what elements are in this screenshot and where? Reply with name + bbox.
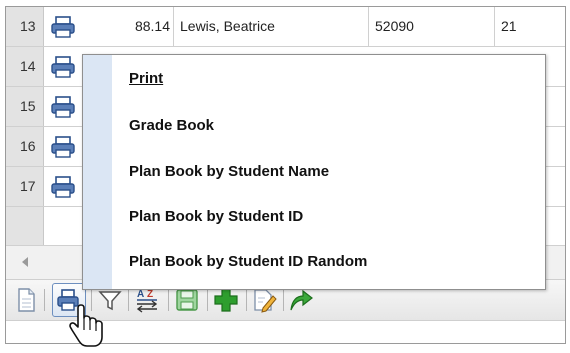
row-number: 16 bbox=[6, 127, 44, 166]
new-page-icon[interactable] bbox=[13, 287, 39, 313]
score-cell: 88.14 bbox=[134, 18, 170, 34]
table-row[interactable]: 13 88.14 Lewis, Beatrice 52090 21 bbox=[6, 7, 565, 47]
scroll-left-icon[interactable] bbox=[22, 257, 28, 267]
printer-icon[interactable] bbox=[50, 56, 76, 78]
menu-item-plan-book-by-student-id[interactable]: Plan Book by Student ID bbox=[129, 207, 303, 227]
print-menu: Print Grade Book Plan Book by Student Na… bbox=[82, 54, 546, 290]
toolbar-separator bbox=[283, 289, 284, 311]
sort-az-icon[interactable]: A Z bbox=[134, 287, 160, 313]
student-name-cell: Lewis, Beatrice bbox=[173, 7, 368, 46]
row-number: 17 bbox=[6, 167, 44, 206]
student-id-cell: 52090 bbox=[368, 7, 494, 46]
printer-icon[interactable] bbox=[50, 136, 76, 158]
forward-arrow-icon[interactable] bbox=[288, 287, 314, 313]
hand-cursor-icon bbox=[69, 304, 103, 347]
printer-icon[interactable] bbox=[50, 176, 76, 198]
menu-item-plan-book-by-student-name[interactable]: Plan Book by Student Name bbox=[129, 162, 329, 182]
row-number bbox=[6, 207, 44, 246]
save-icon[interactable] bbox=[174, 287, 200, 313]
svg-text:A: A bbox=[137, 289, 144, 300]
edit-icon[interactable] bbox=[251, 287, 277, 313]
toolbar-separator bbox=[168, 289, 169, 311]
printer-icon[interactable] bbox=[50, 96, 76, 118]
toolbar-separator bbox=[44, 289, 45, 311]
menu-item-grade-book[interactable]: Grade Book bbox=[129, 116, 214, 136]
toolbar-separator bbox=[128, 289, 129, 311]
toolbar-separator bbox=[207, 289, 208, 311]
menu-item-print[interactable]: Print bbox=[129, 69, 163, 89]
menu-item-plan-book-by-student-id-random[interactable]: Plan Book by Student ID Random bbox=[129, 252, 367, 272]
toolbar-separator bbox=[246, 289, 247, 311]
menu-gutter bbox=[83, 55, 112, 289]
row-number: 13 bbox=[6, 7, 44, 46]
row-number: 15 bbox=[6, 87, 44, 126]
row-number: 14 bbox=[6, 47, 44, 86]
add-icon[interactable] bbox=[213, 287, 239, 313]
svg-text:Z: Z bbox=[147, 289, 153, 300]
gradebook-panel: 13 88.14 Lewis, Beatrice 52090 21 14 15 bbox=[5, 6, 566, 344]
extra-cell: 21 bbox=[494, 7, 565, 46]
printer-icon[interactable] bbox=[50, 16, 76, 38]
